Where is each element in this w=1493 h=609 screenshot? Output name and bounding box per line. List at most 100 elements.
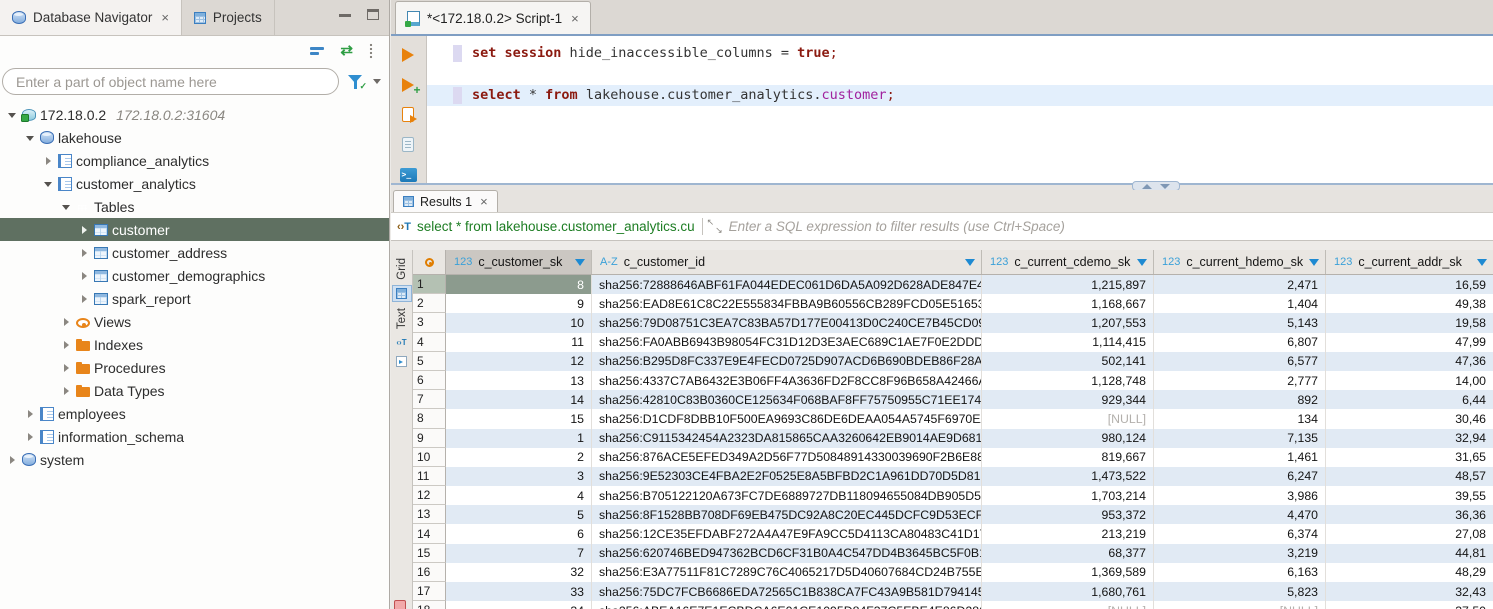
cell-c_current_cdemo_sk[interactable]: [NULL] <box>982 409 1154 428</box>
chevron-expanded-icon[interactable] <box>24 131 38 145</box>
text-mode-button[interactable]: ‹›T <box>393 335 411 350</box>
grid-mode-button[interactable] <box>393 286 411 301</box>
close-icon[interactable]: × <box>161 10 169 25</box>
chevron-down-icon[interactable] <box>373 79 381 84</box>
row-number[interactable]: 13 <box>413 505 446 524</box>
tree-item-172-18-0-2[interactable]: 172.18.0.2172.18.0.2:31604 <box>0 103 389 126</box>
column-header-c_current_hdemo_sk[interactable]: 123c_current_hdemo_sk <box>1154 250 1326 274</box>
cell-c_customer_id[interactable]: sha256:E3A77511F81C7289C76C4065217D5D406… <box>592 563 982 582</box>
row-number[interactable]: 18 <box>413 601 446 609</box>
cell-c_current_hdemo_sk[interactable]: 5,143 <box>1154 313 1326 332</box>
cell-c_customer_id[interactable]: sha256:B295D8FC337E9E4FECD0725D907ACD6B6… <box>592 352 982 371</box>
chevron-collapsed-icon[interactable] <box>60 315 74 329</box>
cell-c_customer_sk[interactable]: 10 <box>446 313 592 332</box>
sql-console-button[interactable]: >_ <box>400 167 418 183</box>
filter-placeholder[interactable]: Enter a SQL expression to filter results… <box>729 219 1065 234</box>
tree-item-lakehouse[interactable]: lakehouse <box>0 126 389 149</box>
minimize-icon[interactable] <box>339 14 351 17</box>
row-number[interactable]: 3 <box>413 313 446 332</box>
view-menu-icon[interactable] <box>369 43 373 59</box>
chevron-expanded-icon[interactable] <box>6 108 20 122</box>
cell-c_customer_id[interactable]: sha256:79D08751C3EA7C83BA57D177E00413D0C… <box>592 313 982 332</box>
cell-c_current_hdemo_sk[interactable]: 2,777 <box>1154 371 1326 390</box>
code-line[interactable]: set session hide_inaccessible_columns = … <box>427 43 1493 64</box>
row-number[interactable]: 2 <box>413 294 446 313</box>
execute-statement-button[interactable] <box>400 47 418 63</box>
column-dropdown-icon[interactable] <box>575 259 585 266</box>
close-icon[interactable]: × <box>571 11 579 26</box>
cell-c_current_addr_sk[interactable]: 6,44 <box>1326 390 1493 409</box>
cell-c_current_hdemo_sk[interactable]: 6,374 <box>1154 524 1326 543</box>
chevron-collapsed-icon[interactable] <box>60 361 74 375</box>
row-number[interactable]: 1 <box>413 275 446 294</box>
collapse-all-icon[interactable] <box>310 46 324 56</box>
object-search-input[interactable] <box>2 68 339 95</box>
tab-sql-script[interactable]: *<172.18.0.2> Script-1 × <box>395 1 591 34</box>
cell-c_customer_id[interactable]: sha256:72888646ABF61FA044EDEC061D6DA5A09… <box>592 275 982 294</box>
tab-projects[interactable]: Projects <box>182 0 275 35</box>
cell-c_current_hdemo_sk[interactable]: 6,247 <box>1154 467 1326 486</box>
column-dropdown-icon[interactable] <box>1309 259 1319 266</box>
cell-c_customer_sk[interactable]: 15 <box>446 409 592 428</box>
collapse-up-icon[interactable] <box>1142 184 1152 189</box>
cell-c_customer_id[interactable]: sha256:D1CDF8DBB10F500EA9693C86DE6DEAA05… <box>592 409 982 428</box>
cell-c_current_cdemo_sk[interactable]: 213,219 <box>982 524 1154 543</box>
column-dropdown-icon[interactable] <box>965 259 975 266</box>
row-number[interactable]: 10 <box>413 448 446 467</box>
execute-script-button[interactable] <box>400 107 418 123</box>
cell-c_current_addr_sk[interactable]: 27,08 <box>1326 524 1493 543</box>
tree-item-views[interactable]: Views <box>0 310 389 333</box>
filter-funnel-icon[interactable]: ✓ <box>347 74 365 90</box>
chevron-collapsed-icon[interactable] <box>24 430 38 444</box>
tab-database-navigator[interactable]: Database Navigator × <box>0 0 182 35</box>
cell-c_current_hdemo_sk[interactable]: 6,163 <box>1154 563 1326 582</box>
cell-c_customer_sk[interactable]: 4 <box>446 486 592 505</box>
column-header-c_customer_id[interactable]: A-Zc_customer_id <box>592 250 982 274</box>
code-line[interactable] <box>427 64 1493 85</box>
cell-c_current_cdemo_sk[interactable]: 502,141 <box>982 352 1154 371</box>
record-mode-button[interactable] <box>393 354 411 369</box>
cell-c_current_hdemo_sk[interactable]: 1,461 <box>1154 448 1326 467</box>
cell-c_customer_id[interactable]: sha256:12CE35EFDABF272A4A47E9FA9CC5D4113… <box>592 524 982 543</box>
cell-c_current_hdemo_sk[interactable]: 2,471 <box>1154 275 1326 294</box>
cell-c_current_cdemo_sk[interactable]: 980,124 <box>982 429 1154 448</box>
cell-c_current_cdemo_sk[interactable]: 953,372 <box>982 505 1154 524</box>
row-number[interactable]: 4 <box>413 333 446 352</box>
collapse-down-icon[interactable] <box>1160 184 1170 189</box>
cell-c_customer_id[interactable]: sha256:620746BED947362BCD6CF31B0A4C547DD… <box>592 544 982 563</box>
chevron-collapsed-icon[interactable] <box>60 338 74 352</box>
cell-c_current_addr_sk[interactable]: 44,81 <box>1326 544 1493 563</box>
cell-c_current_cdemo_sk[interactable]: 929,344 <box>982 390 1154 409</box>
cell-c_customer_sk[interactable]: 11 <box>446 333 592 352</box>
cell-c_current_hdemo_sk[interactable]: 7,135 <box>1154 429 1326 448</box>
cell-c_customer_sk[interactable]: 9 <box>446 294 592 313</box>
cell-c_customer_sk[interactable]: 6 <box>446 524 592 543</box>
tree-item-information-schema[interactable]: information_schema <box>0 425 389 448</box>
tree-item-customer[interactable]: customer <box>0 218 389 241</box>
cell-c_current_cdemo_sk[interactable]: 1,680,761 <box>982 582 1154 601</box>
cell-c_customer_id[interactable]: sha256:8F1528BB708DF69EB475DC92A8C20EC44… <box>592 505 982 524</box>
cell-c_customer_sk[interactable]: 1 <box>446 429 592 448</box>
row-number[interactable]: 12 <box>413 486 446 505</box>
tree-item-indexes[interactable]: Indexes <box>0 333 389 356</box>
cell-c_customer_id[interactable]: sha256:C9115342454A2323DA815865CAA326064… <box>592 429 982 448</box>
cell-c_current_hdemo_sk[interactable]: 1,404 <box>1154 294 1326 313</box>
cell-c_current_addr_sk[interactable]: 48,57 <box>1326 467 1493 486</box>
chevron-collapsed-icon[interactable] <box>78 223 92 237</box>
cell-c_customer_sk[interactable]: 2 <box>446 448 592 467</box>
cell-c_customer_id[interactable]: sha256:9E52303CE4FBA2E2F0525E8A5BFBD2C1A… <box>592 467 982 486</box>
cell-c_current_cdemo_sk[interactable]: 1,114,415 <box>982 333 1154 352</box>
cell-c_customer_sk[interactable]: 12 <box>446 352 592 371</box>
expand-filter-icon[interactable] <box>708 220 722 234</box>
column-dropdown-icon[interactable] <box>1477 259 1487 266</box>
chevron-expanded-icon[interactable] <box>42 177 56 191</box>
code-line[interactable]: select * from lakehouse.customer_analyti… <box>427 85 1493 106</box>
cell-c_current_cdemo_sk[interactable]: 819,667 <box>982 448 1154 467</box>
link-with-editor-icon[interactable]: ⇄ <box>340 43 353 58</box>
cell-c_current_addr_sk[interactable]: 47,99 <box>1326 333 1493 352</box>
cell-c_current_hdemo_sk[interactable]: 5,823 <box>1154 582 1326 601</box>
cell-c_current_addr_sk[interactable]: 30,46 <box>1326 409 1493 428</box>
cell-c_customer_sk[interactable]: 14 <box>446 390 592 409</box>
tree-item-procedures[interactable]: Procedures <box>0 356 389 379</box>
column-header-c_current_cdemo_sk[interactable]: 123c_current_cdemo_sk <box>982 250 1154 274</box>
